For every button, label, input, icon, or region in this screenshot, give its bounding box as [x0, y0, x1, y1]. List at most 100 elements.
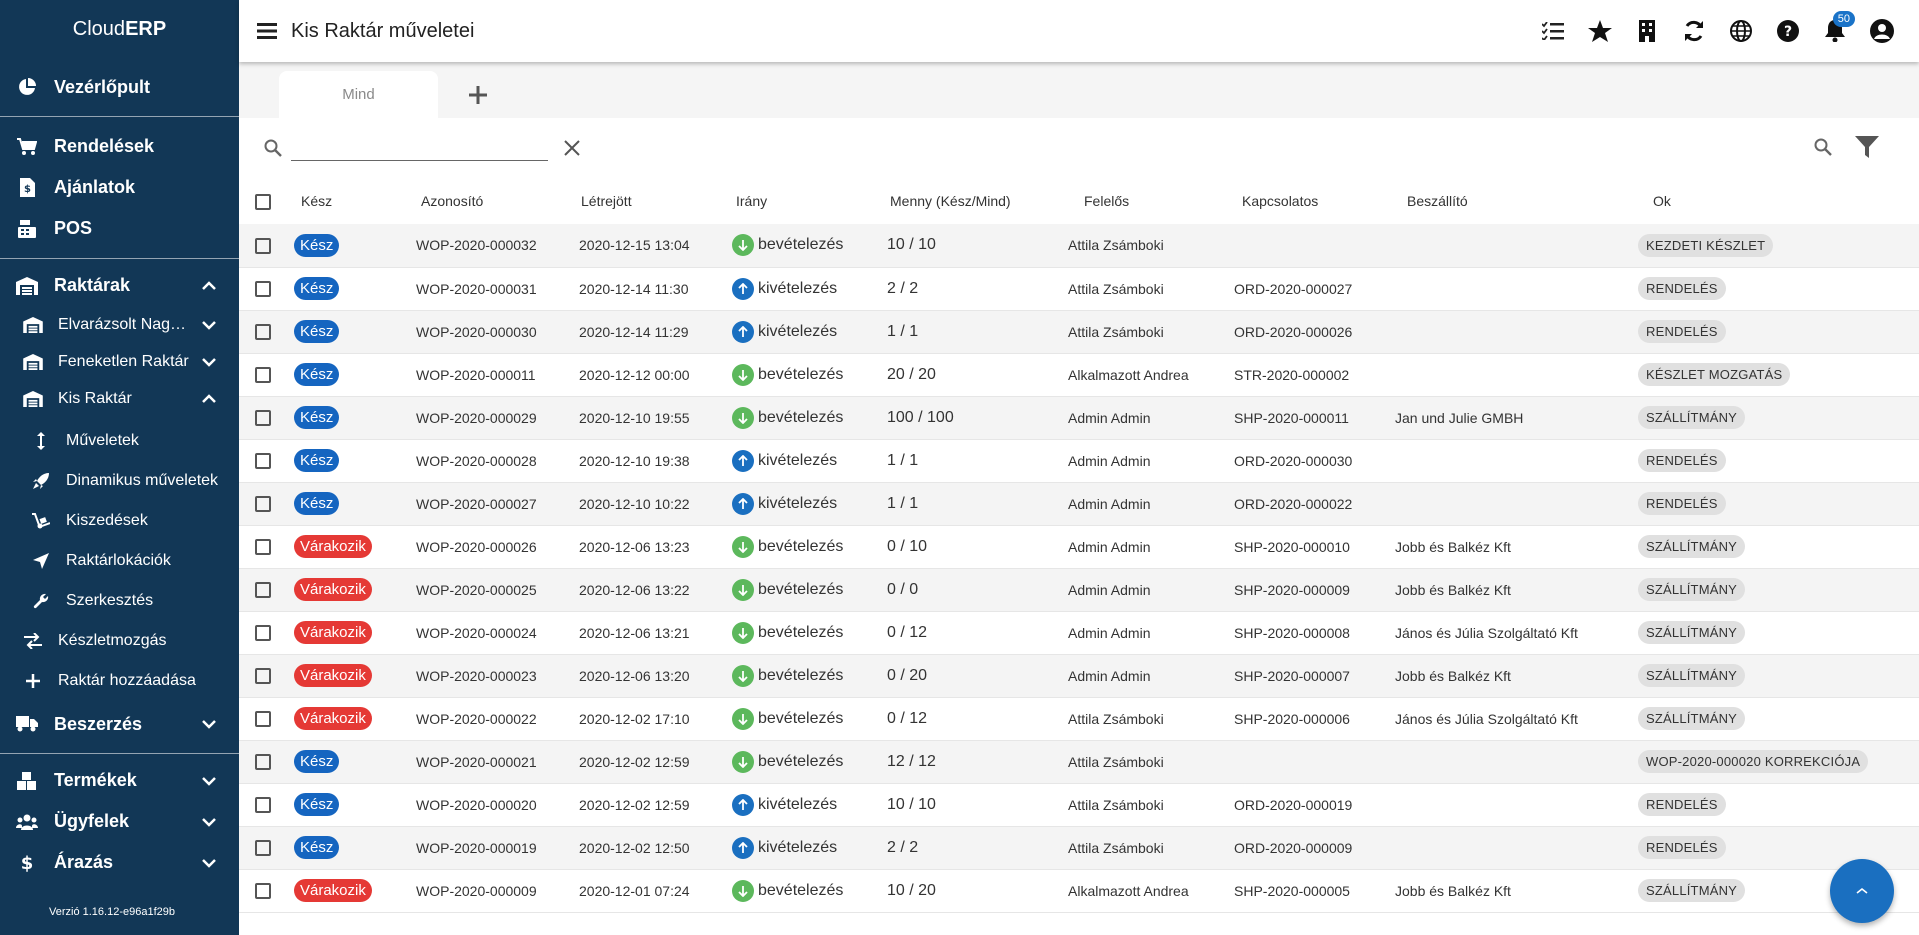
- row-checkbox[interactable]: [255, 281, 271, 298]
- table-row[interactable]: Kész WOP-2020-000029 2020-12-10 19:55 bevét…: [239, 396, 1919, 440]
- row-checkbox[interactable]: [255, 625, 271, 642]
- add-tab-button[interactable]: [438, 71, 518, 118]
- table-row[interactable]: Kész WOP-2020-000032 2020-12-15 13:04 bevét…: [239, 224, 1919, 268]
- supplier-cell: János és Júlia Szolgáltató Kft: [1395, 611, 1638, 655]
- cart-icon: [16, 136, 38, 158]
- column-header[interactable]: Azonosító: [416, 178, 579, 224]
- column-header[interactable]: Beszállító: [1395, 178, 1638, 224]
- search-input[interactable]: [291, 135, 548, 161]
- sidebar-item-pricing[interactable]: $ Árazás: [0, 842, 239, 883]
- warehouse-icon: [16, 275, 38, 297]
- status-cell: Várakozik: [294, 568, 416, 612]
- sidebar-item-picks[interactable]: Kiszedések: [0, 501, 239, 541]
- row-checkbox[interactable]: [255, 410, 271, 427]
- row-checkbox[interactable]: [255, 453, 271, 470]
- table-row[interactable]: Kész WOP-2020-000030 2020-12-14 11:29 kivét…: [239, 310, 1919, 354]
- sidebar-item-pos[interactable]: POS: [0, 208, 239, 249]
- brand-logo[interactable]: Cloud ERP: [0, 0, 239, 58]
- table-row[interactable]: Várakozik WOP-2020-000009 2020-12-01 07:24…: [239, 869, 1919, 913]
- help-icon[interactable]: ?: [1764, 11, 1811, 51]
- menu-icon[interactable]: [257, 20, 279, 42]
- sidebar-item-operations[interactable]: Műveletek: [0, 421, 239, 461]
- table-row[interactable]: Kész WOP-2020-000020 2020-12-02 12:59 kivét…: [239, 783, 1919, 827]
- sidebar-item-orders[interactable]: Rendelések: [0, 126, 239, 167]
- sidebar-item-dynamic-operations[interactable]: Dinamikus műveletek: [0, 461, 239, 501]
- column-header[interactable]: Ok: [1638, 178, 1919, 224]
- quantity-cell: 20 / 20: [887, 353, 1068, 397]
- arrow-down-circle-icon: [732, 363, 754, 386]
- table-row[interactable]: Várakozik WOP-2020-000024 2020-12-06 13:21…: [239, 611, 1919, 655]
- sidebar-item-locations[interactable]: Raktárlokációk: [0, 541, 239, 581]
- row-checkbox[interactable]: [255, 539, 271, 556]
- tasks-icon[interactable]: [1529, 11, 1576, 51]
- sidebar-item-wh-elvarazsolt[interactable]: Elvarázsolt Nagyraktár: [0, 306, 239, 343]
- svg-text:$: $: [21, 853, 33, 873]
- row-checkbox[interactable]: [255, 367, 271, 384]
- table-row[interactable]: Kész WOP-2020-000011 2020-12-12 00:00 bevét…: [239, 353, 1919, 397]
- row-checkbox[interactable]: [255, 237, 271, 254]
- reason-chip: RENDELÉS: [1638, 836, 1726, 859]
- sidebar-item-edit[interactable]: Szerkesztés: [0, 581, 239, 621]
- supplier-cell: [1395, 482, 1638, 526]
- notifications-icon[interactable]: 50: [1811, 11, 1858, 51]
- sidebar-item-purchase[interactable]: Beszerzés: [0, 701, 239, 747]
- sidebar-item-warehouses[interactable]: Raktárak: [0, 265, 239, 306]
- table-row[interactable]: Várakozik WOP-2020-000026 2020-12-06 13:23…: [239, 525, 1919, 569]
- close-icon[interactable]: [562, 138, 582, 158]
- created-cell: 2020-12-01 07:24: [579, 869, 732, 913]
- filter-icon[interactable]: [1855, 136, 1879, 158]
- row-checkbox[interactable]: [255, 797, 271, 814]
- created-cell: 2020-12-02 12:50: [579, 826, 732, 870]
- brand-prefix: Cloud: [72, 17, 126, 40]
- table-row[interactable]: Várakozik WOP-2020-000025 2020-12-06 13:22…: [239, 568, 1919, 612]
- sidebar-item-customers[interactable]: Ügyfelek: [0, 801, 239, 842]
- row-checkbox[interactable]: [255, 754, 271, 771]
- sidebar-item-wh-feneketlen[interactable]: Feneketlen Raktár: [0, 343, 239, 380]
- sidebar-item-offers[interactable]: $ Ajánlatok: [0, 167, 239, 208]
- sidebar-item-add-warehouse[interactable]: Raktár hozzáadása: [0, 661, 239, 701]
- reason-chip: SZÁLLÍTMÁNY: [1638, 535, 1746, 558]
- column-header[interactable]: Kész: [294, 178, 416, 224]
- row-checkbox[interactable]: [255, 496, 271, 513]
- table-row[interactable]: Kész WOP-2020-000021 2020-12-02 12:59 bevét…: [239, 740, 1919, 784]
- direction-label: bevételezés: [758, 709, 844, 727]
- table-row[interactable]: Várakozik WOP-2020-000023 2020-12-06 13:20…: [239, 654, 1919, 698]
- row-checkbox[interactable]: [255, 668, 271, 685]
- responsible-cell: Admin Admin: [1068, 439, 1234, 483]
- column-header[interactable]: Létrejött: [579, 178, 732, 224]
- sidebar-item-wh-kis[interactable]: Kis Raktár: [0, 380, 239, 417]
- sync-icon[interactable]: [1670, 11, 1717, 51]
- select-all-checkbox[interactable]: [255, 193, 271, 210]
- sidebar-item-stock-movement[interactable]: Készletmozgás: [0, 621, 239, 661]
- reason-cell: RENDELÉS: [1638, 783, 1919, 827]
- table-row[interactable]: Várakozik WOP-2020-000022 2020-12-02 17:10…: [239, 697, 1919, 741]
- building-icon[interactable]: [1623, 11, 1670, 51]
- table-row[interactable]: Kész WOP-2020-000027 2020-12-10 10:22 kivét…: [239, 482, 1919, 526]
- tab-all[interactable]: Mind: [279, 71, 438, 118]
- search-icon[interactable]: [1813, 137, 1833, 157]
- table-row[interactable]: Kész WOP-2020-000031 2020-12-14 11:30 kivét…: [239, 267, 1919, 311]
- quantity-cell: 1 / 1: [887, 482, 1068, 526]
- column-header[interactable]: Irány: [732, 178, 887, 224]
- sidebar-item-dashboard[interactable]: Vezérlőpult: [0, 58, 239, 116]
- table-row[interactable]: Kész WOP-2020-000019 2020-12-02 12:50 kivét…: [239, 826, 1919, 870]
- reason-cell: SZÁLLÍTMÁNY: [1638, 654, 1919, 698]
- chevron-down-icon: [202, 357, 216, 367]
- column-header[interactable]: Menny (Kész/Mind): [887, 178, 1068, 224]
- scroll-top-button[interactable]: [1830, 859, 1894, 923]
- direction-cell: bevételezés: [732, 396, 887, 440]
- row-checkbox[interactable]: [255, 711, 271, 728]
- sidebar-item-products[interactable]: Termékek: [0, 760, 239, 801]
- row-checkbox[interactable]: [255, 582, 271, 599]
- sidebar-item-label: Termékek: [54, 770, 137, 790]
- quantity-cell: 100 / 100: [887, 396, 1068, 440]
- account-icon[interactable]: [1858, 11, 1905, 51]
- row-checkbox[interactable]: [255, 840, 271, 857]
- row-checkbox[interactable]: [255, 324, 271, 341]
- globe-icon[interactable]: [1717, 11, 1764, 51]
- column-header[interactable]: Felelős: [1068, 178, 1234, 224]
- row-checkbox[interactable]: [255, 883, 271, 900]
- table-row[interactable]: Kész WOP-2020-000028 2020-12-10 19:38 kivét…: [239, 439, 1919, 483]
- column-header[interactable]: Kapcsolatos: [1234, 178, 1395, 224]
- star-icon[interactable]: [1576, 11, 1623, 51]
